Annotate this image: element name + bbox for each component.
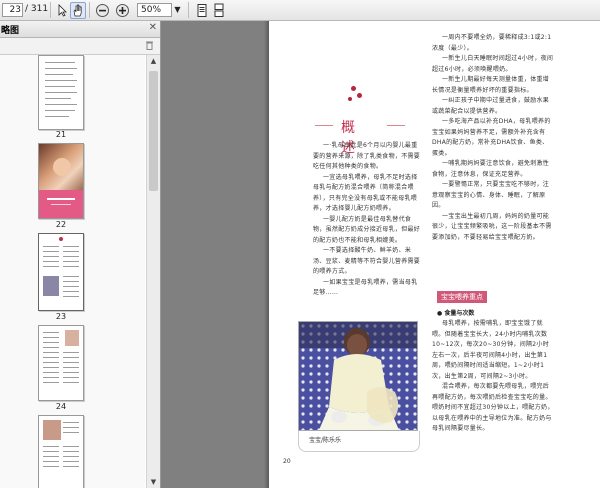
zoom-in-icon[interactable] bbox=[114, 2, 131, 19]
toolbar-separator bbox=[50, 2, 51, 18]
scroll-page-icon[interactable] bbox=[212, 2, 226, 19]
panel-title: 略图 bbox=[1, 26, 20, 36]
thumbnail-toolbar bbox=[0, 38, 160, 55]
zoom-out-icon[interactable] bbox=[94, 2, 111, 19]
page-thumbnail[interactable] bbox=[38, 325, 84, 401]
paragraph: 一多吃海产品以补充DHA，母乳喂养的宝宝如果妈妈营养不足，需额外补充含有DHA的… bbox=[432, 118, 551, 157]
thumbnail-label: 22 bbox=[55, 220, 67, 229]
thumbnail-panel: 略图 ✕ 21 22 23 24 ▲ ▼ bbox=[0, 21, 161, 488]
page-total: / 311 bbox=[25, 4, 49, 14]
flower-ornament-icon bbox=[348, 97, 352, 101]
paragraph: 一宜选母乳喂养，母乳不足时选择母乳与配方奶混合喂养（简称混合喂养），只有完全没有… bbox=[313, 173, 418, 213]
paragraph: 一婴儿配方奶是最佳母乳替代食物，虽然配方奶成分接近母乳，但最好的配方奶也不能和母… bbox=[313, 215, 421, 244]
heading-rule bbox=[387, 125, 405, 126]
toolbar-separator bbox=[89, 2, 90, 18]
paragraph: 一如果宝宝是母乳喂养，需当母乳足够…… bbox=[313, 278, 418, 297]
page-thumbnail[interactable] bbox=[38, 55, 84, 130]
document-viewer[interactable]: 概 述 一·乳母由此是6个月以内婴儿最重要的营养来源，除了乳类食物，不需要吃任何… bbox=[161, 21, 600, 488]
zoom-input[interactable]: 50% bbox=[137, 3, 172, 17]
flower-ornament-icon bbox=[357, 93, 362, 98]
chevron-down-icon[interactable]: ▼ bbox=[172, 3, 183, 17]
flower-ornament-icon bbox=[351, 86, 356, 91]
paragraph: 一不要选择酸牛奶、鲜羊奶、米汤、豆浆、麦精等不符合婴儿营养需要的喂养方式。 bbox=[313, 247, 421, 275]
page-number: 20 bbox=[283, 458, 291, 465]
page-number-input[interactable]: 23 bbox=[2, 3, 23, 17]
thumbnail-label: 23 bbox=[55, 312, 67, 321]
paragraph: 一新生儿期最好每天测量体重，体重增长情况是衡量喂养好坏的重要指标。 bbox=[432, 76, 550, 94]
heading-rule bbox=[315, 125, 333, 126]
paragraph: 一新生儿白天睡眠时间超过4小时，夜间超过6小时，必须唤醒喂奶。 bbox=[432, 55, 554, 73]
thumbnail-list: 21 22 23 24 bbox=[0, 55, 145, 488]
right-column-text: 一周内不要喂全奶，要稀释成3:1或2:1浓度（最少）。 一新生儿白天睡眠时间超过… bbox=[432, 33, 554, 289]
paragraph: 混合喂养，每次都要先喂母乳，喂完后再喂配方奶，每次喂奶后检查宝宝吃的量。喂奶时间… bbox=[432, 383, 554, 432]
paragraph: 一宝宝出生最初几周，妈妈的奶量可能很少，让宝宝频繁吸吮，这一阶段基本不需要添加奶… bbox=[432, 212, 552, 241]
section-tag: 宝宝喂养重点 bbox=[437, 291, 487, 303]
left-column-text: 一·乳母由此是6个月以内婴儿最重要的营养来源，除了乳类食物，不需要吃任何其他种类… bbox=[313, 141, 421, 313]
thumbnail-scrollbar[interactable]: ▲ ▼ bbox=[146, 55, 160, 488]
scroll-down-icon[interactable]: ▼ bbox=[147, 476, 160, 488]
paragraph: 一要警惕正常，只要宝宝吃不够时，注意观察宝宝的心情、身体、睡眠，了解原因。 bbox=[432, 181, 550, 209]
thumbnail-panel-header: 略图 ✕ bbox=[0, 21, 160, 38]
document-page: 概 述 一·乳母由此是6个月以内婴儿最重要的营养来源，除了乳类食物，不需要吃任何… bbox=[269, 21, 600, 488]
photo-caption: 宝宝/陈乐乐 bbox=[309, 437, 342, 444]
close-icon[interactable]: ✕ bbox=[149, 22, 157, 33]
single-page-icon[interactable] bbox=[195, 2, 209, 19]
paragraph: 一纠正孩子中期中过量进食，鼓励水果或蔬菜配合以提供营养。 bbox=[432, 97, 550, 115]
toolbar-separator bbox=[188, 2, 189, 18]
scroll-up-icon[interactable]: ▲ bbox=[147, 55, 160, 67]
select-arrow-icon[interactable] bbox=[54, 2, 70, 19]
page-thumbnail[interactable] bbox=[38, 415, 84, 488]
toolbar: 23 / 311 50% ▼ bbox=[0, 0, 600, 21]
subheading: ● 食量与次数 bbox=[437, 310, 475, 317]
hand-tool-icon[interactable] bbox=[70, 2, 86, 19]
scrollbar-thumb[interactable] bbox=[149, 71, 158, 191]
trash-icon[interactable] bbox=[145, 40, 154, 53]
paragraph: 一哺乳期妈妈要注意饮食，避免刺激性食物，注意休息，保证充足营养。 bbox=[432, 160, 550, 178]
paragraph: 一·乳母由此是6个月以内婴儿最重要的营养来源，除了乳类食物，不需要吃任何其他种类… bbox=[313, 142, 421, 170]
page-thumbnail[interactable] bbox=[38, 233, 84, 311]
right-column-text-bottom: 母乳喂养，按需哺乳，即宝宝饿了就喂。但随着宝宝长大，24小时内哺乳次数10~12… bbox=[432, 319, 554, 469]
photo-caption-box: 宝宝/陈乐乐 bbox=[298, 431, 420, 452]
page-thumbnail[interactable] bbox=[38, 143, 84, 219]
paragraph: 一周内不要喂全奶，要稀释成3:1或2:1浓度（最少）。 bbox=[432, 34, 552, 52]
baby-photo bbox=[298, 321, 418, 431]
thumbnail-label: 21 bbox=[55, 130, 67, 139]
thumbnail-label: 24 bbox=[55, 402, 67, 411]
paragraph: 母乳喂养，按需哺乳，即宝宝饿了就喂。但随着宝宝长大，24小时内哺乳次数10~12… bbox=[432, 320, 550, 380]
